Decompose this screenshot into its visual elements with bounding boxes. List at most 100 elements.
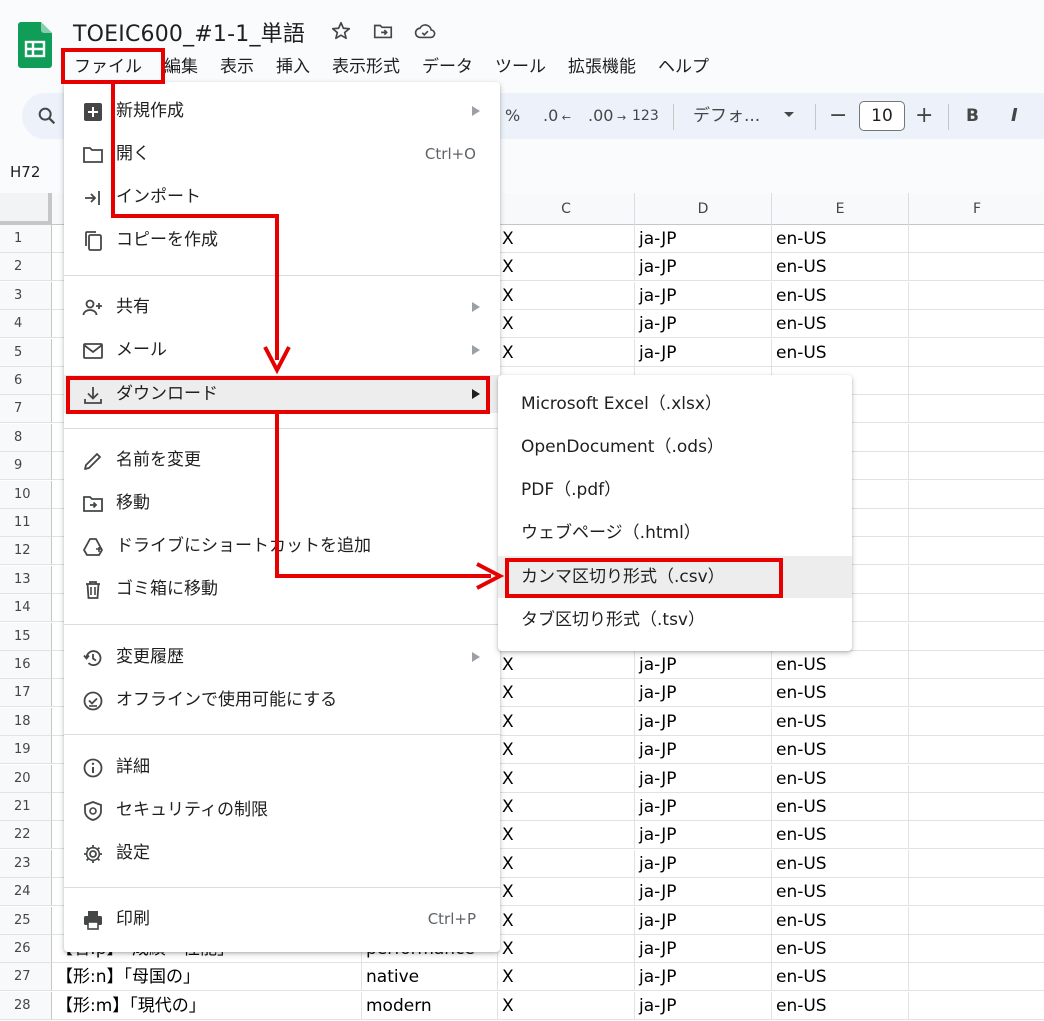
cell-d[interactable]: ja-JP [635, 907, 772, 935]
cell-d[interactable]: ja-JP [635, 282, 772, 310]
cell-f[interactable] [909, 339, 1044, 367]
cell-e[interactable]: en-US [772, 736, 909, 764]
row-header[interactable]: 16 [0, 651, 52, 679]
cell-c[interactable]: X [498, 765, 635, 793]
cell-f[interactable] [909, 424, 1044, 452]
menu-tools[interactable]: ツール [484, 53, 557, 81]
row-header[interactable]: 9 [0, 452, 52, 480]
cloud-status-icon[interactable] [414, 20, 436, 42]
row-header[interactable]: 7 [0, 395, 52, 423]
cell-f[interactable] [909, 452, 1044, 480]
cell-f[interactable] [909, 225, 1044, 253]
cell-c[interactable]: X [498, 850, 635, 878]
cell-f[interactable] [909, 310, 1044, 338]
move-folder-icon[interactable] [372, 20, 394, 42]
menu-item-details[interactable]: 詳細 [64, 748, 500, 786]
cell-f[interactable] [909, 907, 1044, 935]
menu-item-security[interactable]: セキュリティの制限 [64, 791, 500, 829]
cell-d[interactable]: ja-JP [635, 679, 772, 707]
column-header-e[interactable]: E [772, 193, 909, 225]
cell-c[interactable]: X [498, 339, 635, 367]
menu-item-share[interactable]: 共有 [64, 288, 500, 326]
menu-item-offline[interactable]: オフラインで使用可能にする [64, 681, 500, 719]
cell-f[interactable] [909, 566, 1044, 594]
cell-d[interactable]: ja-JP [635, 992, 772, 1020]
row-header[interactable]: 10 [0, 481, 52, 509]
cell-c[interactable]: X [498, 679, 635, 707]
cell-e[interactable]: en-US [772, 651, 909, 679]
cell-f[interactable] [909, 765, 1044, 793]
cell-d[interactable]: ja-JP [635, 253, 772, 281]
menu-format[interactable]: 表示形式 [321, 53, 411, 81]
row-header[interactable]: 27 [0, 963, 52, 991]
row-header[interactable]: 21 [0, 793, 52, 821]
cell-f[interactable] [909, 736, 1044, 764]
row-header[interactable]: 14 [0, 594, 52, 622]
cell-d[interactable]: ja-JP [635, 793, 772, 821]
cell-f[interactable] [909, 509, 1044, 537]
cell-f[interactable] [909, 878, 1044, 906]
row-header[interactable]: 4 [0, 310, 52, 338]
row-header[interactable]: 12 [0, 537, 52, 565]
cell-e[interactable]: en-US [772, 992, 909, 1020]
cell-c[interactable]: X [498, 793, 635, 821]
cell-c[interactable]: X [498, 282, 635, 310]
cell-d[interactable]: ja-JP [635, 765, 772, 793]
cell-a[interactable]: 【形:m】「現代の」 [52, 992, 362, 1020]
cell-f[interactable] [909, 963, 1044, 991]
menu-item-settings[interactable]: 設定 [64, 834, 500, 872]
download-xlsx-option[interactable]: Microsoft Excel（.xlsx） [498, 383, 852, 425]
cell-f[interactable] [909, 623, 1044, 651]
cell-e[interactable]: en-US [772, 765, 909, 793]
document-title[interactable]: TOEIC600_#1-1_単語 [73, 16, 305, 48]
cell-b[interactable]: native [362, 963, 498, 991]
menu-item-import[interactable]: インポート [64, 178, 500, 216]
cell-d[interactable]: ja-JP [635, 935, 772, 963]
row-header[interactable]: 20 [0, 765, 52, 793]
cell-e[interactable]: en-US [772, 679, 909, 707]
row-header[interactable]: 19 [0, 736, 52, 764]
cell-f[interactable] [909, 594, 1044, 622]
cell-f[interactable] [909, 395, 1044, 423]
cell-c[interactable]: X [498, 736, 635, 764]
download-tsv-option[interactable]: タブ区切り形式（.tsv） [498, 599, 852, 641]
menu-extensions[interactable]: 拡張機能 [557, 53, 647, 81]
cell-e[interactable]: en-US [772, 878, 909, 906]
number-format-button[interactable]: 123 [632, 103, 659, 129]
cell-e[interactable]: en-US [772, 282, 909, 310]
row-header[interactable]: 24 [0, 878, 52, 906]
cell-d[interactable]: ja-JP [635, 850, 772, 878]
cell-d[interactable]: ja-JP [635, 963, 772, 991]
row-header[interactable]: 22 [0, 821, 52, 849]
cell-d[interactable]: ja-JP [635, 339, 772, 367]
cell-c[interactable]: X [498, 878, 635, 906]
cell-c[interactable]: X [498, 708, 635, 736]
row-header[interactable]: 26 [0, 935, 52, 963]
cell-d[interactable]: ja-JP [635, 651, 772, 679]
font-size-input[interactable]: 10 [859, 101, 905, 131]
row-header[interactable]: 11 [0, 509, 52, 537]
cell-d[interactable]: ja-JP [635, 225, 772, 253]
cell-c[interactable]: X [498, 821, 635, 849]
cell-f[interactable] [909, 481, 1044, 509]
cell-f[interactable] [909, 367, 1044, 395]
menu-item-new[interactable]: 新規作成 [64, 92, 500, 130]
row-header[interactable]: 3 [0, 282, 52, 310]
cell-e[interactable]: en-US [772, 935, 909, 963]
cell-f[interactable] [909, 821, 1044, 849]
cell-b[interactable]: modern [362, 992, 498, 1020]
download-html-option[interactable]: ウェブページ（.html） [498, 512, 852, 554]
row-header[interactable]: 2 [0, 253, 52, 281]
cell-e[interactable]: en-US [772, 708, 909, 736]
menu-item-version-history[interactable]: 変更履歴 [64, 638, 500, 676]
menu-item-print[interactable]: 印刷 Ctrl+P [64, 900, 500, 938]
cell-e[interactable]: en-US [772, 821, 909, 849]
column-header-d[interactable]: D [635, 193, 772, 225]
row-header[interactable]: 23 [0, 850, 52, 878]
cell-d[interactable]: ja-JP [635, 878, 772, 906]
cell-c[interactable]: X [498, 935, 635, 963]
cell-f[interactable] [909, 850, 1044, 878]
cell-f[interactable] [909, 651, 1044, 679]
cell-f[interactable] [909, 282, 1044, 310]
cell-e[interactable]: en-US [772, 225, 909, 253]
